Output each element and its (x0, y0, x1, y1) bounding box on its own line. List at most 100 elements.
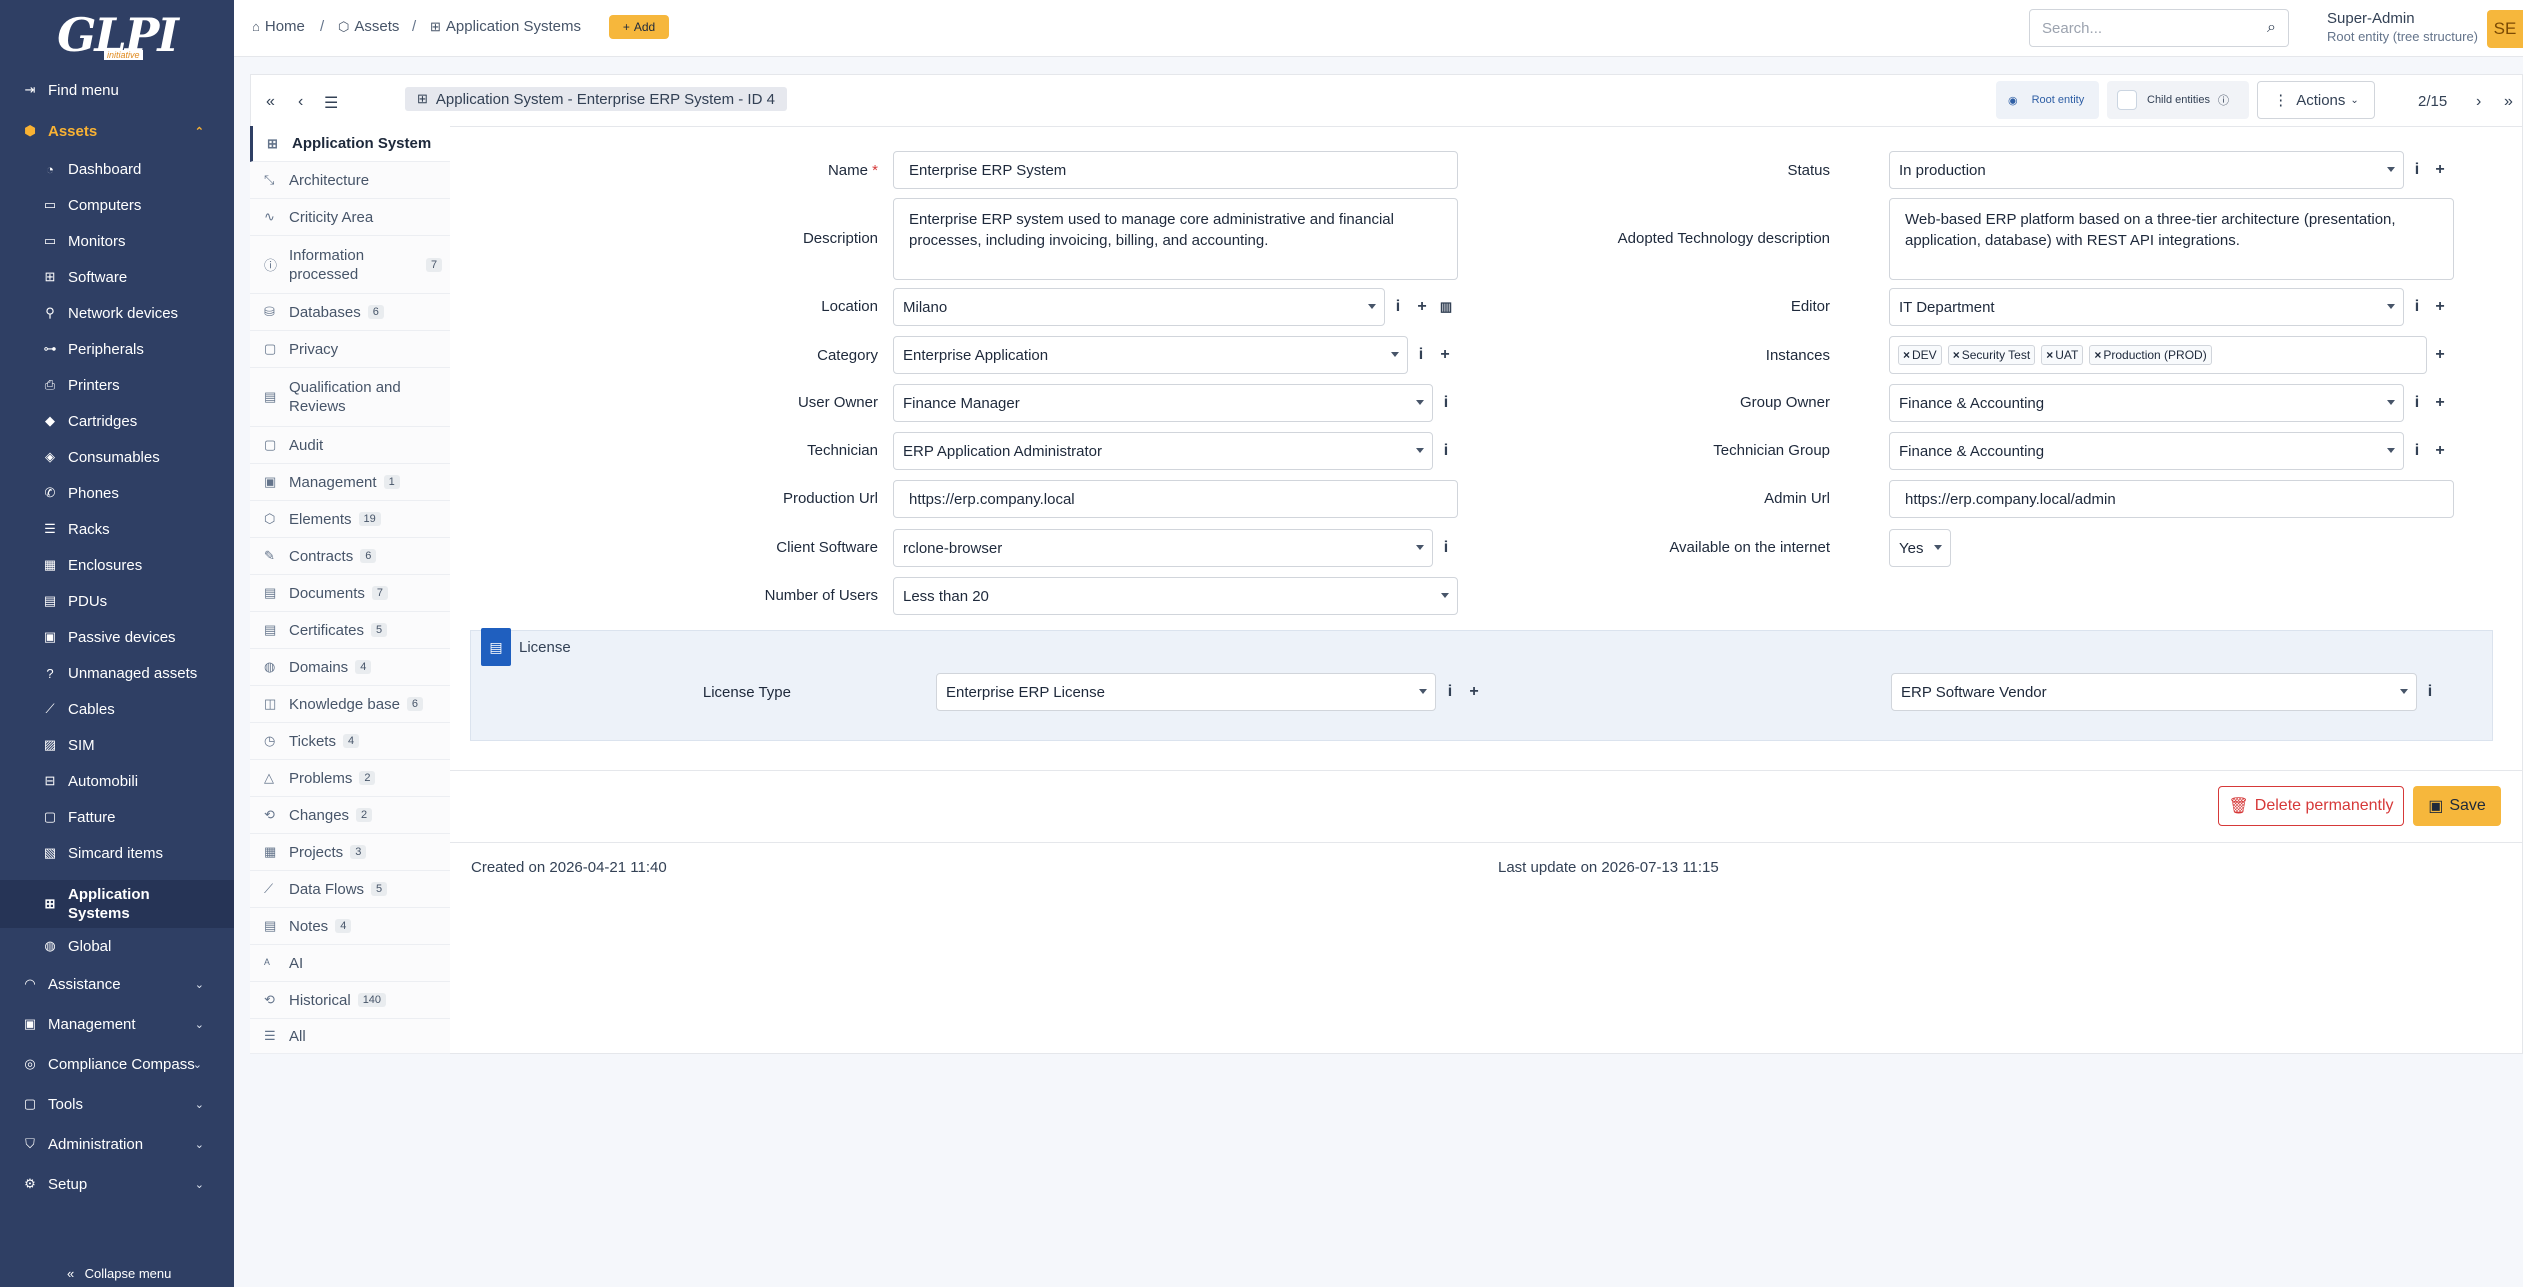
sidebar-item-cables[interactable]: ⟋ Cables (0, 692, 234, 726)
tab-changes[interactable]: ⟲ Changes 2 (250, 797, 450, 834)
instance-tag[interactable]: × Production (PROD) (2089, 345, 2212, 365)
license-type-info-button[interactable]: i (1439, 673, 1461, 711)
status-select[interactable]: In production (1889, 151, 2404, 189)
user-owner-select[interactable]: Finance Manager (893, 384, 1433, 422)
status-add-button[interactable]: + (2429, 151, 2451, 189)
editor-add-button[interactable]: + (2429, 288, 2451, 326)
adopted-technology-textarea[interactable]: Web-based ERP platform based on a three-… (1889, 198, 2454, 280)
remove-tag-icon[interactable]: × (1953, 348, 1960, 362)
editor-select[interactable]: IT Department (1889, 288, 2404, 326)
category-add-button[interactable]: + (1434, 336, 1456, 374)
sidebar-item-application-systems[interactable]: ⊞ Application Systems (0, 880, 234, 928)
location-info-button[interactable]: i (1387, 288, 1409, 326)
sidebar-item-passive-devices[interactable]: ▣ Passive devices (0, 620, 234, 654)
tab-management[interactable]: ▣ Management 1 (250, 464, 450, 501)
supplier-select[interactable]: ERP Software Vendor (1891, 673, 2417, 711)
remove-tag-icon[interactable]: × (1903, 348, 1910, 362)
license-type-add-button[interactable]: + (1463, 673, 1485, 711)
sidebar-section-assets[interactable]: ⬢ Assets ⌃ (0, 114, 234, 148)
glpi-logo[interactable]: GLPI initiative (0, 0, 234, 70)
root-entity-badge[interactable]: ◉ Root entity (1996, 81, 2099, 119)
global-search-input[interactable]: Search... ⌕ (2029, 9, 2289, 47)
status-info-button[interactable]: i (2406, 151, 2428, 189)
technician-info-button[interactable]: i (1435, 432, 1457, 470)
tab-contracts[interactable]: ✎ Contracts 6 (250, 538, 450, 575)
find-menu[interactable]: ⇥ Find menu (0, 73, 234, 107)
child-entities-checkbox[interactable] (2117, 90, 2137, 110)
tab-elements[interactable]: ⬡ Elements 19 (250, 501, 450, 538)
tab-criticity-area[interactable]: ∿ Criticity Area (250, 199, 450, 236)
editor-info-button[interactable]: i (2406, 288, 2428, 326)
supplier-info-button[interactable]: i (2419, 673, 2441, 711)
tab-qualification-and-reviews[interactable]: ▤ Qualification and Reviews (250, 368, 450, 427)
sidebar-section-compliance-compass[interactable]: ◎ Compliance Compass ⌄ (0, 1047, 234, 1081)
number-of-users-select[interactable]: Less than 20 (893, 577, 1458, 615)
sidebar-item-sim[interactable]: ▨ SIM (0, 728, 234, 762)
tab-all[interactable]: ☰ All (250, 1019, 450, 1054)
add-button[interactable]: + Add (609, 15, 669, 39)
sidebar-item-network-devices[interactable]: ⚲ Network devices (0, 296, 234, 330)
tab-tickets[interactable]: ◷ Tickets 4 (250, 723, 450, 760)
tab-notes[interactable]: ▤ Notes 4 (250, 908, 450, 945)
production-url-input[interactable]: https://erp.company.local (893, 480, 1458, 518)
collapse-menu-button[interactable]: « Collapse menu (0, 1256, 234, 1287)
group-owner-info-button[interactable]: i (2406, 384, 2428, 422)
remove-tag-icon[interactable]: × (2046, 348, 2053, 362)
sidebar-item-software[interactable]: ⊞ Software (0, 260, 234, 294)
first-record-icon[interactable]: « (266, 93, 275, 111)
sidebar-item-automobili[interactable]: ⊟ Automobili (0, 764, 234, 798)
client-software-select[interactable]: rclone-browser (893, 529, 1433, 567)
category-select[interactable]: Enterprise Application (893, 336, 1408, 374)
group-owner-select[interactable]: Finance & Accounting (1889, 384, 2404, 422)
previous-record-icon[interactable]: ‹ (298, 93, 303, 111)
breadcrumb-assets[interactable]: ⬡ Assets (338, 18, 399, 35)
breadcrumb-application-systems[interactable]: ⊞ Application Systems (430, 18, 581, 35)
admin-url-input[interactable]: https://erp.company.local/admin (1889, 480, 2454, 518)
client-software-info-button[interactable]: i (1435, 529, 1457, 567)
sidebar-item-dashboard[interactable]: ◔ Dashboard (0, 152, 234, 186)
breadcrumb-home[interactable]: ⌂ Home (252, 18, 305, 35)
internet-select[interactable]: Yes (1889, 529, 1951, 567)
tab-certificates[interactable]: ▤ Certificates 5 (250, 612, 450, 649)
technician-select[interactable]: ERP Application Administrator (893, 432, 1433, 470)
technician-group-add-button[interactable]: + (2429, 432, 2451, 470)
instances-multiselect[interactable]: × DEV × Security Test × UAT × Production (PROD) (1889, 336, 2427, 374)
location-select[interactable]: Milano (893, 288, 1385, 326)
sidebar-item-unmanaged-assets[interactable]: ? Unmanaged assets (0, 656, 234, 690)
next-record-icon[interactable]: › (2476, 93, 2481, 111)
user-menu[interactable]: Super-Admin Root entity (tree structure) (2327, 10, 2478, 44)
tab-audit[interactable]: ▢ Audit (250, 427, 450, 464)
instance-tag[interactable]: × DEV (1898, 345, 1942, 365)
sidebar-item-printers[interactable]: ⎙ Printers (0, 368, 234, 402)
avatar[interactable]: SE (2487, 10, 2523, 48)
sidebar-item-fatture[interactable]: ▢ Fatture (0, 800, 234, 834)
user-owner-info-button[interactable]: i (1435, 384, 1457, 422)
tab-projects[interactable]: ▦ Projects 3 (250, 834, 450, 871)
tab-information-processed[interactable]: ⓘ Information processed 7 (250, 236, 450, 294)
instances-add-button[interactable]: + (2429, 336, 2451, 374)
tab-ai[interactable]: ᴬ AI (250, 945, 450, 982)
tab-privacy[interactable]: ▢ Privacy (250, 331, 450, 368)
technician-group-info-button[interactable]: i (2406, 432, 2428, 470)
tab-data-flows[interactable]: ⟋ Data Flows 5 (250, 871, 450, 908)
child-entities-toggle[interactable]: Child entities ⓘ (2107, 81, 2249, 119)
last-record-icon[interactable]: » (2504, 93, 2513, 111)
sidebar-item-global[interactable]: ◍ Global (0, 929, 234, 963)
tab-databases[interactable]: ⛁ Databases 6 (250, 294, 450, 331)
tab-documents[interactable]: ▤ Documents 7 (250, 575, 450, 612)
remove-tag-icon[interactable]: × (2094, 348, 2101, 362)
actions-button[interactable]: ⋮ Actions ⌄ (2257, 81, 2375, 119)
sidebar-section-assistance[interactable]: ◠ Assistance ⌄ (0, 967, 234, 1001)
tab-architecture[interactable]: ⤡ Architecture (250, 162, 450, 199)
sidebar-section-administration[interactable]: ⛉ Administration ⌄ (0, 1127, 234, 1161)
sidebar-item-enclosures[interactable]: ▦ Enclosures (0, 548, 234, 582)
sidebar-item-monitors[interactable]: ▭ Monitors (0, 224, 234, 258)
name-input[interactable]: Enterprise ERP System (893, 151, 1458, 189)
sidebar-item-pdus[interactable]: ▤ PDUs (0, 584, 234, 618)
tab-knowledge-base[interactable]: ◫ Knowledge base 6 (250, 686, 450, 723)
sidebar-item-phones[interactable]: ✆ Phones (0, 476, 234, 510)
delete-permanently-button[interactable]: 🗑 Delete permanently (2218, 786, 2404, 826)
category-info-button[interactable]: i (1410, 336, 1432, 374)
save-button[interactable]: ▣ Save (2413, 786, 2501, 826)
sidebar-item-computers[interactable]: ▭ Computers (0, 188, 234, 222)
